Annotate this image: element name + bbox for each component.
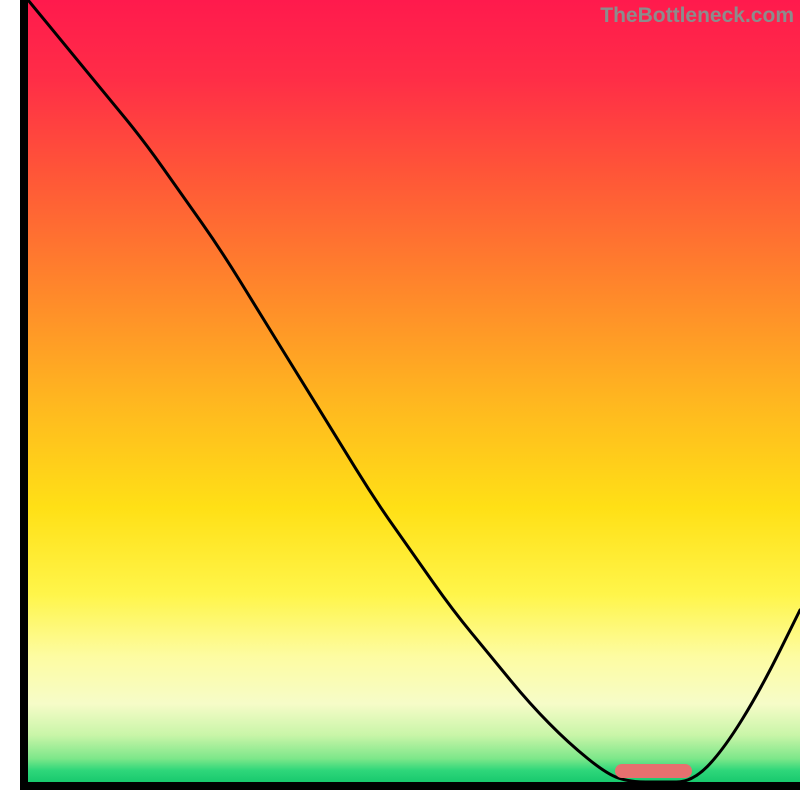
x-axis [20,782,800,790]
plot-area [28,0,800,782]
watermark-text: TheBottleneck.com [600,4,794,28]
bottleneck-chart: TheBottleneck.com [0,0,800,800]
bottleneck-curve [28,0,800,782]
optimal-range-marker [615,764,692,778]
y-axis [20,0,28,790]
